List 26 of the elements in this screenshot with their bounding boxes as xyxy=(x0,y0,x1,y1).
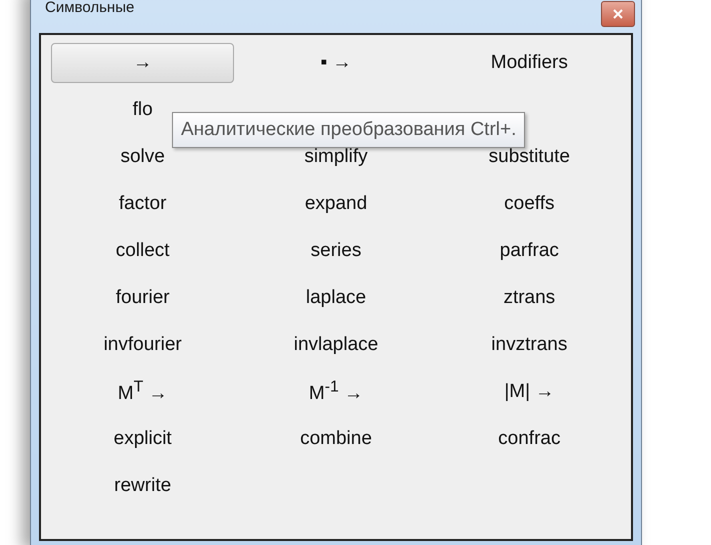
palette-button[interactable]: M$^{-1}$ → xyxy=(244,372,428,412)
palette-button[interactable]: ▪ → xyxy=(244,43,428,83)
palette-button[interactable]: parfrac xyxy=(438,231,621,271)
palette-button[interactable]: invztrans xyxy=(438,325,621,365)
palette-button[interactable]: invfourier xyxy=(51,325,234,365)
palette-button[interactable]: Modifiers xyxy=(438,43,621,83)
close-button[interactable] xyxy=(601,1,635,27)
close-icon xyxy=(612,9,624,19)
palette-button[interactable]: rewrite xyxy=(51,466,234,506)
palette-button[interactable]: confrac xyxy=(438,419,621,459)
palette-button[interactable]: expand xyxy=(244,184,428,224)
palette-button[interactable]: explicit xyxy=(51,419,234,459)
palette-button[interactable]: collect xyxy=(51,231,234,271)
palette-button[interactable]: M$^{T}$ → xyxy=(51,372,234,412)
palette-button[interactable]: factor xyxy=(51,184,234,224)
palette-button[interactable]: combine xyxy=(244,419,428,459)
palette-button[interactable]: invlaplace xyxy=(244,325,428,365)
palette-button[interactable]: fourier xyxy=(51,278,234,318)
palette-button[interactable]: laplace xyxy=(244,278,428,318)
window-title: Символьные xyxy=(45,0,134,16)
palette-button[interactable]: ztrans xyxy=(438,278,621,318)
palette-button[interactable]: coeffs xyxy=(438,184,621,224)
palette-button[interactable]: series xyxy=(244,231,428,271)
palette-button[interactable]: |M| → xyxy=(438,372,621,412)
tooltip: Аналитические преобразования Ctrl+. xyxy=(172,112,526,148)
palette-button[interactable]: → xyxy=(51,43,234,83)
